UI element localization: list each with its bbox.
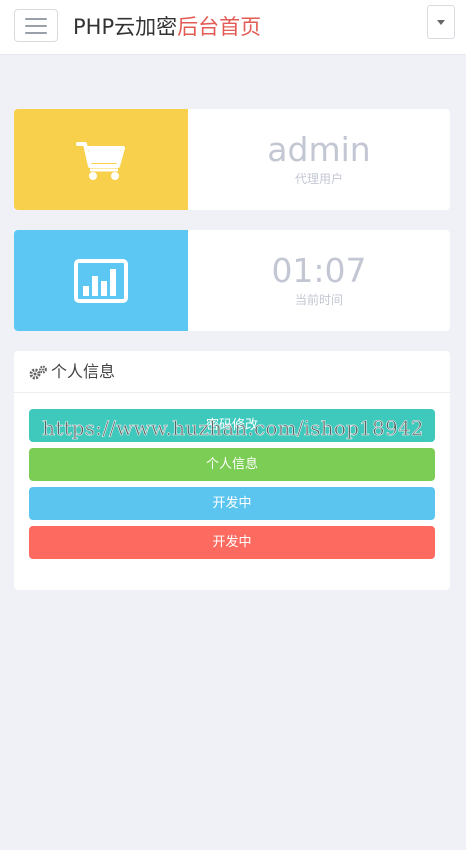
menu-toggle-button[interactable] (14, 9, 58, 42)
top-navbar: PHP云加密后台首页 (0, 0, 466, 55)
page-title[interactable]: PHP云加密后台首页 (73, 14, 261, 40)
stat-icon-box (14, 109, 188, 210)
stat-label-username: 代理用户 (294, 172, 343, 186)
hamburger-icon (25, 24, 47, 27)
stat-label-time: 当前时间 (294, 293, 343, 307)
stat-value-time: 01:07 (271, 251, 367, 290)
stat-icon-box (14, 230, 188, 331)
brand-subtitle: 后台首页 (177, 15, 262, 39)
panel-header: 个人信息 (14, 351, 450, 393)
personal-info-panel: 个人信息 密码修改 个人信息 开发中 开发中 (14, 351, 450, 590)
gears-icon (29, 365, 47, 380)
user-dropdown-button[interactable] (427, 5, 455, 39)
stat-card-user: admin 代理用户 (14, 109, 450, 210)
hamburger-icon (25, 31, 47, 34)
personal-info-button[interactable]: 个人信息 (29, 448, 435, 481)
in-development-button-1[interactable]: 开发中 (29, 487, 435, 520)
in-development-button-2[interactable]: 开发中 (29, 526, 435, 559)
hamburger-icon (25, 17, 47, 20)
watermark-text: https://www.huzhan.com/ishop18942 (42, 416, 424, 441)
caret-down-icon (437, 19, 445, 25)
cart-icon (76, 141, 125, 180)
bar-chart-icon (74, 258, 128, 303)
stat-value-username: admin (267, 130, 371, 169)
stat-card-time: 01:07 当前时间 (14, 230, 450, 331)
panel-title: 个人信息 (51, 362, 116, 381)
brand-name: PHP云加密 (73, 15, 178, 39)
